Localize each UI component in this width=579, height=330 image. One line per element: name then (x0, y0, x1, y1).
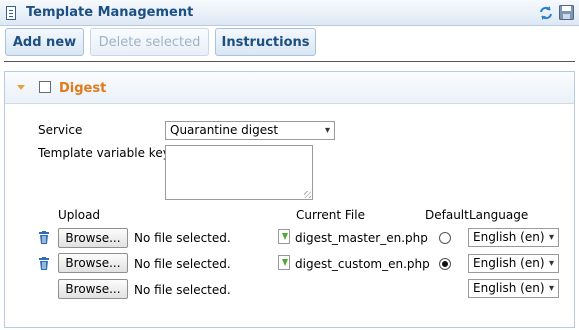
language-select-value: English (en) (473, 230, 545, 244)
language-header: Language (469, 208, 529, 222)
chevron-down-icon: ▾ (548, 232, 554, 243)
chevron-down-icon: ▾ (548, 283, 554, 294)
browse-button[interactable]: Browse... (58, 228, 128, 248)
language-select-value: English (en) (473, 256, 545, 270)
language-select[interactable]: English (en) ▾ (468, 228, 559, 247)
trash-icon[interactable] (38, 257, 50, 274)
service-select[interactable]: Quarantine digest ▾ (165, 121, 335, 140)
refresh-icon[interactable] (538, 5, 554, 24)
file-download-icon (278, 255, 290, 270)
service-label: Service (38, 123, 83, 137)
toolbar-divider (4, 61, 575, 62)
file-status: No file selected. (134, 231, 231, 245)
chevron-down-icon: ▾ (324, 125, 330, 136)
service-select-value: Quarantine digest (170, 123, 279, 137)
current-file-header: Current File (296, 208, 365, 222)
window-icon (6, 6, 16, 20)
instructions-button[interactable]: Instructions (215, 28, 316, 56)
variable-keys-label: Template variable keys (38, 146, 177, 160)
file-status: No file selected. (134, 257, 231, 271)
delete-selected-button[interactable]: Delete selected (90, 28, 209, 56)
section-title: Digest (59, 81, 107, 96)
browse-button[interactable]: Browse... (58, 279, 128, 299)
variable-keys-textarea[interactable] (165, 145, 313, 200)
default-header: Default (425, 208, 469, 222)
browse-button[interactable]: Browse... (58, 253, 128, 273)
window-titlebar: Template Management (0, 0, 579, 26)
collapse-arrow-icon[interactable] (17, 85, 25, 90)
resize-grip-icon[interactable] (304, 191, 311, 198)
digest-panel-header[interactable]: Digest (5, 72, 574, 104)
chevron-down-icon: ▾ (548, 258, 554, 269)
current-file-link[interactable]: digest_custom_en.php (295, 257, 430, 271)
digest-checkbox[interactable] (39, 81, 51, 93)
language-select-value: English (en) (473, 281, 545, 295)
file-download-icon (278, 229, 290, 244)
save-icon[interactable] (559, 5, 574, 23)
current-file-link[interactable]: digest_master_en.php (295, 231, 428, 245)
add-new-button[interactable]: Add new (5, 28, 84, 56)
language-select[interactable]: English (en) ▾ (468, 279, 559, 298)
file-status: No file selected. (134, 283, 231, 297)
language-select[interactable]: English (en) ▾ (468, 254, 559, 273)
default-radio[interactable] (439, 232, 451, 244)
trash-icon[interactable] (38, 231, 50, 248)
window-title: Template Management (26, 5, 194, 20)
default-radio[interactable] (439, 258, 451, 270)
upload-header: Upload (58, 208, 101, 222)
